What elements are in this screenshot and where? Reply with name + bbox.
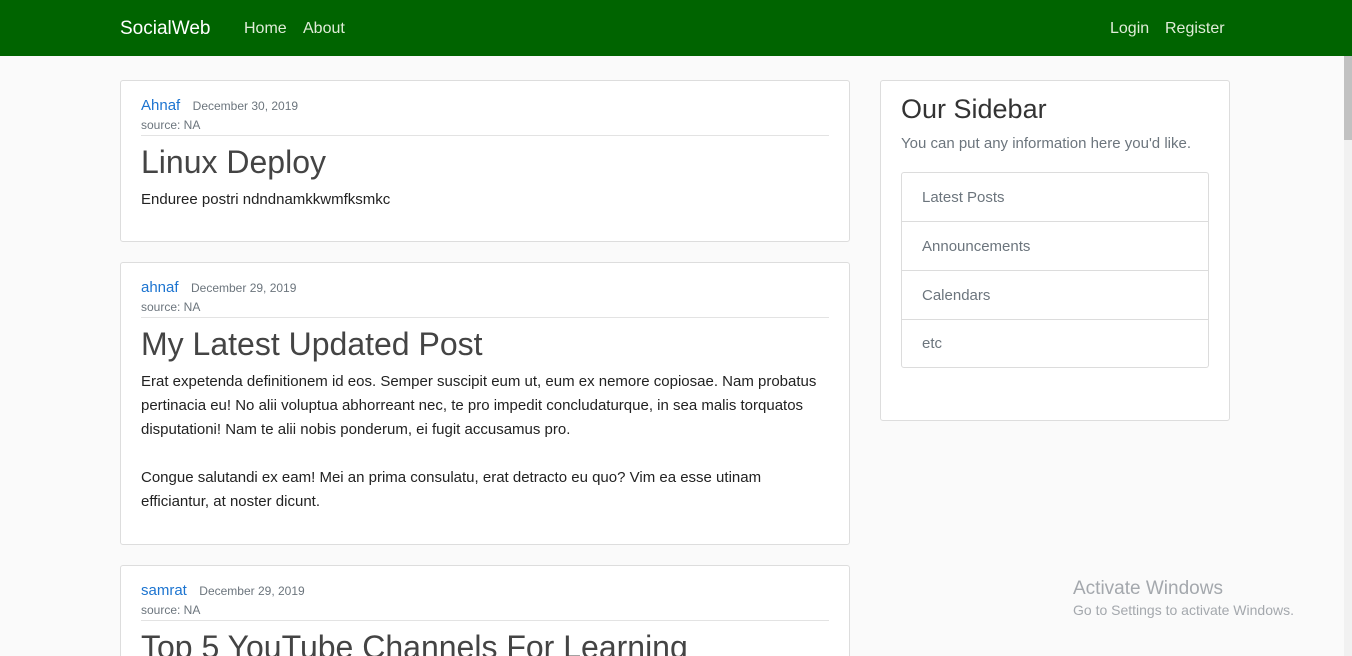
sidebar-item-latest-posts[interactable]: Latest Posts [902,173,1208,222]
page-scrollbar-track[interactable] [1344,56,1352,656]
nav-home-link[interactable]: Home [244,19,287,39]
post-paragraph: Enduree postri ndndnamkkwmfksmkc [141,191,391,208]
page-scrollbar-thumb[interactable] [1344,56,1352,140]
sidebar-item-calendars[interactable]: Calendars [902,271,1208,320]
post-meta: ahnaf December 29, 2019 [141,277,829,299]
nav-register-link[interactable]: Register [1165,19,1225,39]
post-card: ahnaf December 29, 2019 source: NA My La… [120,262,850,545]
sidebar: Our Sidebar You can put any information … [880,80,1230,421]
post-divider [141,620,829,621]
post-divider [141,317,829,318]
post-date: December 30, 2019 [192,99,299,113]
sidebar-description: You can put any information here you'd l… [901,135,1191,152]
post-source: source: NA [141,118,201,132]
post-content: Enduree postri ndndnamkkwmfksmkc [141,188,829,212]
post-divider [141,135,829,136]
post-author-link[interactable]: Ahnaf [141,97,180,114]
post-author-link[interactable]: ahnaf [141,279,179,296]
windows-activation-watermark: Activate Windows Go to Settings to activ… [1073,578,1294,620]
watermark-title: Activate Windows [1073,578,1223,599]
post-source: source: NA [141,603,201,617]
watermark-subtitle: Go to Settings to activate Windows. [1073,602,1294,618]
post-content: Erat expetenda definitionem id eos. Semp… [141,370,829,514]
post-date: December 29, 2019 [191,281,297,295]
post-card: Ahnaf December 30, 2019 source: NA Linux… [120,80,850,242]
post-author-link[interactable]: samrat [141,582,187,599]
sidebar-item-announcements[interactable]: Announcements [902,222,1208,271]
nav-login-link[interactable]: Login [1110,19,1149,39]
post-meta: samrat December 29, 2019 [141,580,829,602]
sidebar-item-etc[interactable]: etc [902,320,1208,367]
post-paragraph: Congue salutandi ex eam! Mei an prima co… [141,469,762,510]
post-meta: Ahnaf December 30, 2019 [141,95,829,117]
sidebar-title: Our Sidebar [901,94,1047,124]
top-navbar: SocialWeb Home About Login Register [0,0,1352,56]
post-source: source: NA [141,300,201,314]
post-title-link[interactable]: My Latest Updated Post [141,321,829,367]
sidebar-list: Latest Posts Announcements Calendars etc [901,172,1209,368]
post-title-link[interactable]: Linux Deploy [141,139,829,185]
post-date: December 29, 2019 [199,584,305,598]
nav-about-link[interactable]: About [303,19,345,39]
brand-link[interactable]: SocialWeb [120,17,210,41]
post-title-link[interactable]: Top 5 YouTube Channels For Learning [141,624,829,656]
post-card: samrat December 29, 2019 source: NA Top … [120,565,850,656]
post-paragraph: Erat expetenda definitionem id eos. Semp… [141,373,817,438]
